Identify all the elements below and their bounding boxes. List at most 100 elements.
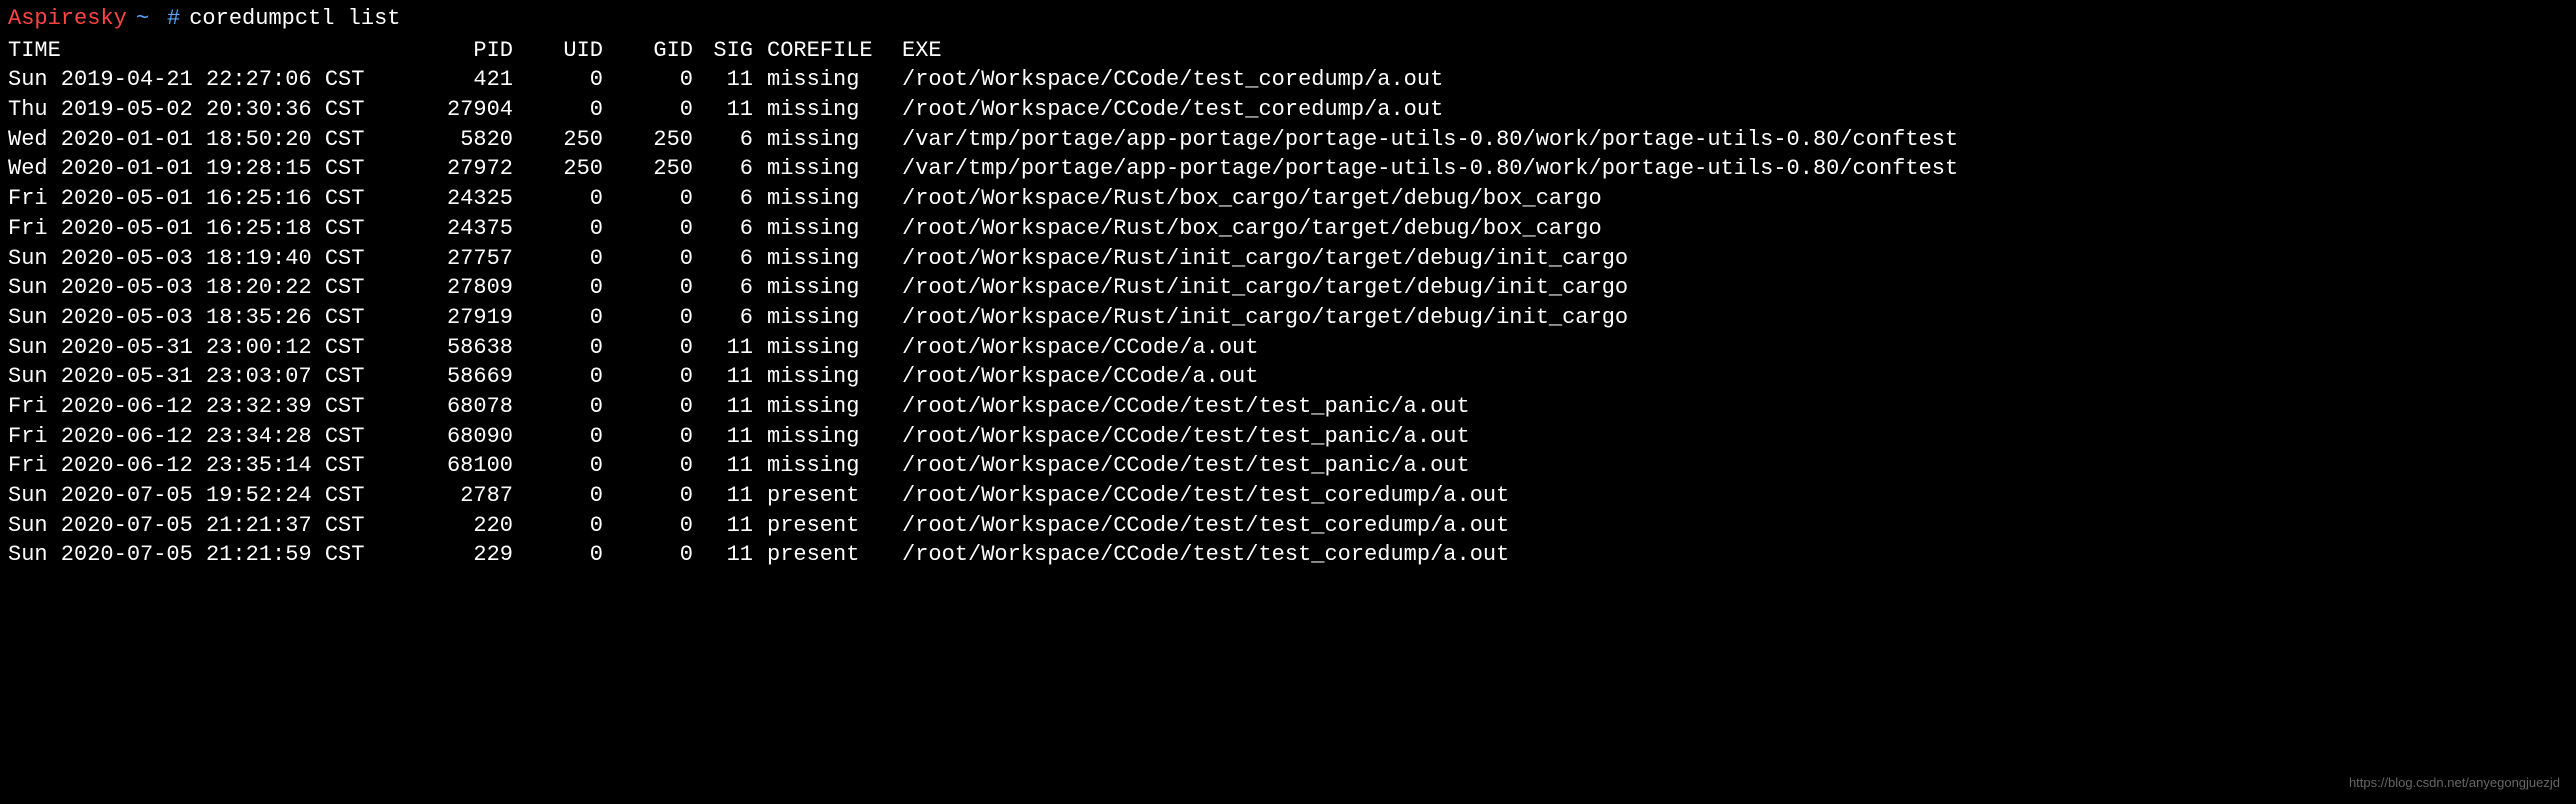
cell-uid: 0 (513, 184, 603, 214)
cell-pid: 58638 (408, 333, 513, 363)
header-sig: SIG (693, 36, 753, 66)
cell-corefile: present (753, 540, 888, 570)
cell-time: Sun 2020-07-05 19:52:24 CST (8, 481, 408, 511)
cell-sig: 6 (693, 184, 753, 214)
cell-sig: 11 (693, 95, 753, 125)
cell-gid: 0 (603, 244, 693, 274)
cell-sig: 11 (693, 392, 753, 422)
cell-corefile: missing (753, 65, 888, 95)
cell-sig: 6 (693, 154, 753, 184)
cell-uid: 0 (513, 481, 603, 511)
cell-gid: 0 (603, 65, 693, 95)
cell-gid: 250 (603, 125, 693, 155)
table-row[interactable]: Sun 2020-07-05 19:52:24 CST27870011prese… (8, 481, 2568, 511)
cell-exe: /root/Workspace/CCode/test/test_coredump… (888, 511, 2568, 541)
cell-pid: 27972 (408, 154, 513, 184)
cell-corefile: missing (753, 303, 888, 333)
prompt-hash: # (167, 4, 180, 34)
table-row[interactable]: Fri 2020-06-12 23:35:14 CST681000011miss… (8, 451, 2568, 481)
cell-corefile: missing (753, 362, 888, 392)
cell-gid: 250 (603, 154, 693, 184)
cell-time: Thu 2019-05-02 20:30:36 CST (8, 95, 408, 125)
cell-exe: /root/Workspace/CCode/a.out (888, 333, 2568, 363)
cell-time: Fri 2020-05-01 16:25:18 CST (8, 214, 408, 244)
cell-uid: 0 (513, 362, 603, 392)
cell-uid: 0 (513, 540, 603, 570)
cell-uid: 0 (513, 511, 603, 541)
header-exe: EXE (888, 36, 2568, 66)
cell-corefile: missing (753, 95, 888, 125)
cell-uid: 0 (513, 303, 603, 333)
cell-corefile: missing (753, 392, 888, 422)
table-row[interactable]: Fri 2020-05-01 16:25:18 CST24375006missi… (8, 214, 2568, 244)
table-row[interactable]: Fri 2020-06-12 23:34:28 CST680900011miss… (8, 422, 2568, 452)
table-row[interactable]: Thu 2019-05-02 20:30:36 CST279040011miss… (8, 95, 2568, 125)
cell-corefile: missing (753, 451, 888, 481)
shell-prompt[interactable]: Aspiresky ~ # coredumpctl list (8, 4, 2568, 34)
cell-gid: 0 (603, 95, 693, 125)
cell-corefile: missing (753, 184, 888, 214)
table-row[interactable]: Sun 2019-04-21 22:27:06 CST4210011missin… (8, 65, 2568, 95)
cell-sig: 11 (693, 481, 753, 511)
cell-uid: 0 (513, 451, 603, 481)
cell-exe: /var/tmp/portage/app-portage/portage-uti… (888, 154, 2568, 184)
cell-time: Wed 2020-01-01 18:50:20 CST (8, 125, 408, 155)
table-header-row: TIME PID UID GID SIG COREFILE EXE (8, 36, 2568, 66)
cell-gid: 0 (603, 273, 693, 303)
table-row[interactable]: Wed 2020-01-01 18:50:20 CST58202502506mi… (8, 125, 2568, 155)
cell-exe: /root/Workspace/Rust/init_cargo/target/d… (888, 273, 2568, 303)
cell-corefile: present (753, 511, 888, 541)
prompt-path: ~ (136, 4, 149, 34)
table-row[interactable]: Fri 2020-06-12 23:32:39 CST680780011miss… (8, 392, 2568, 422)
cell-sig: 6 (693, 214, 753, 244)
cell-sig: 11 (693, 451, 753, 481)
cell-pid: 24375 (408, 214, 513, 244)
cell-sig: 11 (693, 65, 753, 95)
hostname-text: Aspiresky (8, 4, 127, 34)
cell-exe: /root/Workspace/CCode/test_coredump/a.ou… (888, 65, 2568, 95)
table-row[interactable]: Sun 2020-05-31 23:03:07 CST586690011miss… (8, 362, 2568, 392)
header-pid: PID (408, 36, 513, 66)
cell-pid: 24325 (408, 184, 513, 214)
cell-pid: 421 (408, 65, 513, 95)
cell-uid: 250 (513, 125, 603, 155)
header-time: TIME (8, 36, 408, 66)
cell-pid: 27809 (408, 273, 513, 303)
cell-gid: 0 (603, 362, 693, 392)
cell-pid: 58669 (408, 362, 513, 392)
cell-corefile: present (753, 481, 888, 511)
cell-pid: 220 (408, 511, 513, 541)
cell-gid: 0 (603, 540, 693, 570)
cell-uid: 250 (513, 154, 603, 184)
cell-corefile: missing (753, 273, 888, 303)
cell-sig: 6 (693, 273, 753, 303)
cell-sig: 11 (693, 422, 753, 452)
cell-corefile: missing (753, 125, 888, 155)
cell-pid: 27757 (408, 244, 513, 274)
cell-gid: 0 (603, 184, 693, 214)
table-row[interactable]: Wed 2020-01-01 19:28:15 CST279722502506m… (8, 154, 2568, 184)
cell-time: Sun 2020-05-31 23:03:07 CST (8, 362, 408, 392)
cell-exe: /root/Workspace/CCode/test/test_panic/a.… (888, 392, 2568, 422)
cell-gid: 0 (603, 333, 693, 363)
cell-corefile: missing (753, 244, 888, 274)
cell-exe: /root/Workspace/Rust/box_cargo/target/de… (888, 214, 2568, 244)
cell-time: Sun 2020-05-03 18:20:22 CST (8, 273, 408, 303)
cell-uid: 0 (513, 214, 603, 244)
table-row[interactable]: Sun 2020-07-05 21:21:37 CST2200011presen… (8, 511, 2568, 541)
cell-time: Sun 2020-07-05 21:21:37 CST (8, 511, 408, 541)
table-row[interactable]: Fri 2020-05-01 16:25:16 CST24325006missi… (8, 184, 2568, 214)
table-row[interactable]: Sun 2020-05-03 18:20:22 CST27809006missi… (8, 273, 2568, 303)
table-row[interactable]: Sun 2020-07-05 21:21:59 CST2290011presen… (8, 540, 2568, 570)
cell-exe: /root/Workspace/Rust/init_cargo/target/d… (888, 244, 2568, 274)
cell-corefile: missing (753, 422, 888, 452)
cell-pid: 68100 (408, 451, 513, 481)
cell-corefile: missing (753, 154, 888, 184)
cell-uid: 0 (513, 333, 603, 363)
cell-uid: 0 (513, 273, 603, 303)
cell-pid: 5820 (408, 125, 513, 155)
table-row[interactable]: Sun 2020-05-03 18:35:26 CST27919006missi… (8, 303, 2568, 333)
table-row[interactable]: Sun 2020-05-03 18:19:40 CST27757006missi… (8, 244, 2568, 274)
table-row[interactable]: Sun 2020-05-31 23:00:12 CST586380011miss… (8, 333, 2568, 363)
cell-time: Sun 2020-05-03 18:35:26 CST (8, 303, 408, 333)
